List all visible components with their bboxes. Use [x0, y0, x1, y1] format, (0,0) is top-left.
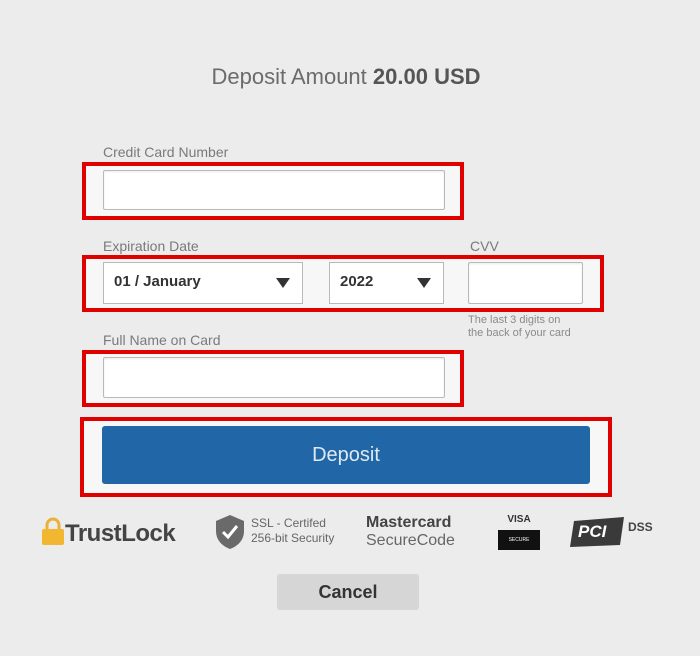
full-name-input[interactable] — [103, 357, 445, 398]
ssl-line2: 256-bit Security — [251, 531, 335, 545]
cvv-input[interactable] — [468, 262, 583, 304]
visa-secure-badge: VISA SECURE — [498, 514, 540, 554]
trustlock-suffix: Lock — [121, 520, 176, 547]
visa-line: VISA — [507, 514, 531, 525]
card-number-input[interactable] — [103, 170, 445, 210]
cvv-hint: The last 3 digits on the back of your ca… — [468, 314, 571, 340]
mastercard-line2: SecureCode — [366, 532, 455, 549]
ssl-line1: SSL - Certifed — [251, 516, 326, 530]
trustlock-badge: TrustLock — [40, 517, 188, 551]
pci-main: PCI — [578, 522, 607, 541]
full-name-label: Full Name on Card — [103, 332, 221, 348]
expiration-date-label: Expiration Date — [103, 238, 199, 254]
expiration-year-select[interactable]: 2022 — [329, 262, 444, 304]
mastercard-securecode-badge: Mastercard SecureCode — [366, 514, 470, 554]
shield-check-icon — [216, 515, 244, 549]
deposit-amount-title: Deposit Amount 20.00 USD — [0, 64, 692, 90]
cvv-label: CVV — [470, 238, 499, 254]
cvv-hint-line1: The last 3 digits on — [468, 314, 561, 326]
deposit-button[interactable]: Deposit — [102, 426, 590, 484]
title-prefix: Deposit Amount — [211, 64, 367, 89]
month-value: 01 / January — [114, 273, 201, 290]
title-amount: 20.00 USD — [372, 64, 481, 89]
year-value: 2022 — [340, 273, 374, 290]
padlock-icon — [42, 517, 64, 545]
chevron-down-icon — [276, 278, 290, 288]
pci-dss-badge: PCI DSS — [570, 515, 660, 551]
cvv-hint-line2: the back of your card — [468, 327, 571, 339]
cancel-button[interactable]: Cancel — [277, 574, 419, 610]
expiration-month-select[interactable]: 01 / January — [103, 262, 303, 304]
pci-dss: DSS — [628, 520, 653, 534]
trustlock-prefix: Trust — [65, 520, 122, 547]
ssl-badge: SSL - Certifed 256-bit Security — [214, 513, 344, 553]
visa-sub: SECURE — [498, 530, 540, 550]
mastercard-line1: Mastercard — [366, 514, 452, 531]
chevron-down-icon — [417, 278, 431, 288]
card-number-label: Credit Card Number — [103, 144, 229, 160]
